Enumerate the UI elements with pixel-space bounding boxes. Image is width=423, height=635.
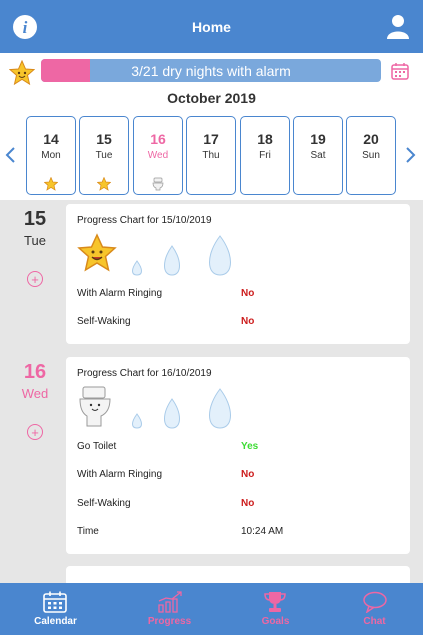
nav-label: Chat <box>363 616 386 627</box>
day-weekday: Sat <box>310 150 326 161</box>
card-title: Progress Chart for 16/10/2019 <box>77 368 212 379</box>
day-19[interactable]: 19 Sat <box>293 116 343 195</box>
day-17[interactable]: 17 Thu <box>186 116 236 195</box>
row-value: Yes <box>241 441 259 452</box>
day-number: 14 <box>43 131 59 147</box>
chat-icon <box>363 591 387 613</box>
water-drop-icon <box>132 413 142 429</box>
entry-date-16: 16 Wed <box>5 361 65 401</box>
top-bar: i Home <box>0 0 423 53</box>
day-weekday: Mon <box>41 150 61 161</box>
entry-date-15: 15 Tue <box>5 208 65 248</box>
chart-icon <box>158 591 182 613</box>
row-label: Self-Waking <box>77 316 131 327</box>
nav-goals[interactable]: Goals <box>223 583 328 635</box>
star-icon <box>44 177 58 191</box>
entry-day-name: Tue <box>24 233 46 248</box>
day-weekday: Sun <box>362 150 380 161</box>
day-18[interactable]: 18 Fri <box>240 116 290 195</box>
day-weekday: Tue <box>95 150 113 161</box>
day-number: 15 <box>96 131 112 147</box>
water-drop-icon <box>209 235 231 276</box>
entry-day-name: Wed <box>21 386 49 401</box>
row-label: Self-Waking <box>77 498 131 509</box>
nav-chat[interactable]: Chat <box>322 583 423 635</box>
day-16[interactable]: 16 Wed <box>133 116 183 195</box>
nav-progress[interactable]: Progress <box>117 583 222 635</box>
day-14[interactable]: 14 Mon <box>26 116 76 195</box>
water-drop-icon <box>132 260 142 276</box>
nav-label: Progress <box>147 616 192 627</box>
toilet-icon <box>79 386 111 427</box>
day-number: 19 <box>310 131 326 147</box>
row-value: 10:24 AM <box>241 526 284 537</box>
row-label: With Alarm Ringing <box>77 469 163 480</box>
app-screen: i Home 3/21 dry nights with alarm Octobe… <box>0 0 423 635</box>
info-icon[interactable]: i <box>13 15 37 39</box>
entry-day-number: 15 <box>23 208 47 230</box>
progress-card[interactable]: Progress Chart for 16/10/2019 Go Toilet … <box>66 357 410 554</box>
day-number: 16 <box>150 131 166 147</box>
nav-calendar[interactable]: Calendar <box>3 583 108 635</box>
progress-icons <box>77 233 231 276</box>
card-title: Progress Chart for 15/10/2019 <box>77 215 212 226</box>
water-drop-icon <box>164 398 180 429</box>
day-weekday: Wed <box>147 150 169 161</box>
calendar-panel: 3/21 dry nights with alarm October 2019 … <box>0 53 423 200</box>
day-weekday: Fri <box>259 150 271 161</box>
chevron-left-icon[interactable] <box>4 146 16 164</box>
star-icon <box>77 233 117 272</box>
progress-card[interactable]: Progress Chart for 15/10/2019 With Alarm… <box>66 204 410 344</box>
calendar-icon <box>43 591 67 613</box>
toilet-icon <box>152 177 164 191</box>
day-number: 20 <box>363 131 379 147</box>
star-icon <box>97 177 111 191</box>
trophy-icon <box>264 592 286 612</box>
row-value: No <box>241 316 255 327</box>
nav-label: Calendar <box>34 616 77 627</box>
user-icon[interactable] <box>387 14 409 39</box>
bottom-nav: Calendar Progress Goals Chat <box>0 583 423 635</box>
dry-nights-progress: 3/21 dry nights with alarm <box>41 59 381 82</box>
row-value: No <box>241 498 255 509</box>
row-label: With Alarm Ringing <box>77 288 163 299</box>
nav-label: Goals <box>261 616 290 627</box>
chevron-right-icon[interactable] <box>405 146 417 164</box>
day-15[interactable]: 15 Tue <box>79 116 129 195</box>
progress-icons <box>79 386 231 429</box>
row-label: Go Toilet <box>77 441 117 452</box>
add-entry-button[interactable]: + <box>27 271 43 287</box>
day-weekday: Thu <box>202 150 220 161</box>
water-drop-icon <box>209 388 231 429</box>
row-value: No <box>241 469 255 480</box>
row-value: No <box>241 288 255 299</box>
month-label: October 2019 <box>167 90 256 106</box>
calendar-icon[interactable] <box>391 62 409 80</box>
day-number: 17 <box>203 131 219 147</box>
day-20[interactable]: 20 Sun <box>346 116 396 195</box>
row-label: Time <box>77 526 99 537</box>
star-icon <box>9 60 35 86</box>
progress-label: 3/21 dry nights with alarm <box>131 62 291 79</box>
water-drop-icon <box>164 245 180 276</box>
entry-day-number: 16 <box>23 361 47 383</box>
day-number: 18 <box>257 131 273 147</box>
add-entry-button[interactable]: + <box>27 424 43 440</box>
page-title: Home <box>192 18 231 35</box>
